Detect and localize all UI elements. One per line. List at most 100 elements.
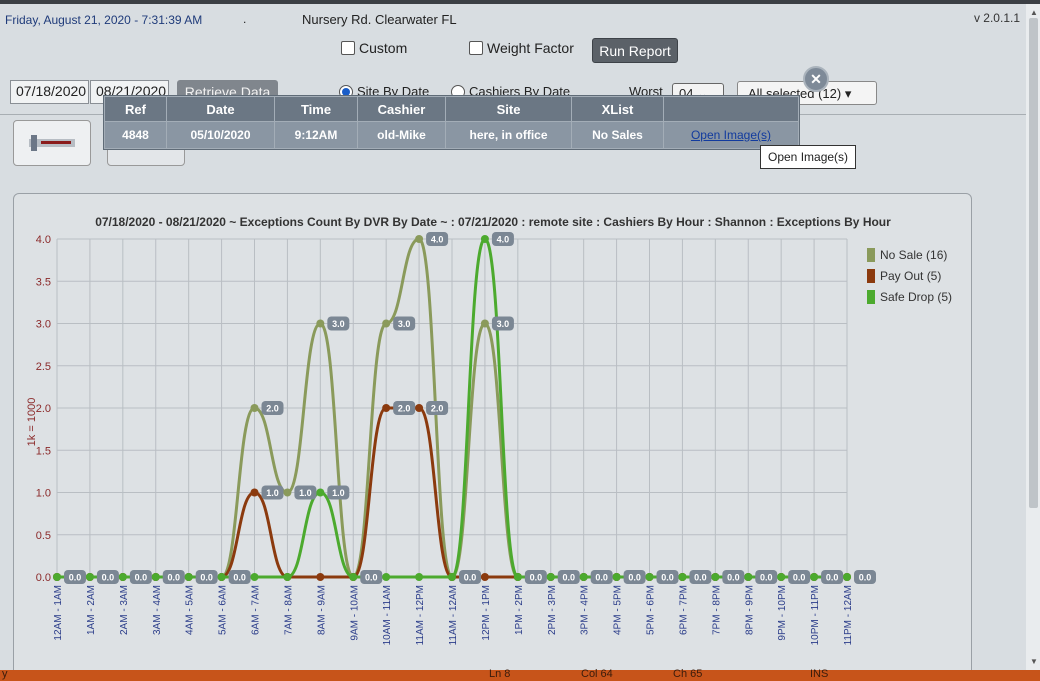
data-point xyxy=(513,573,522,581)
table-row: 4848 05/10/2020 9:12AM old-Mike here, in… xyxy=(104,121,799,149)
cell-ref: 4848 xyxy=(104,121,167,149)
data-point xyxy=(711,573,720,581)
y-tick-label: 0.0 xyxy=(36,572,51,584)
col-header-cashier: Cashier xyxy=(357,96,446,122)
weight-factor-checkbox[interactable]: Weight Factor xyxy=(469,40,574,56)
data-label: 0.0 xyxy=(200,573,213,583)
data-label: 0.0 xyxy=(464,573,477,583)
y-tick-label: 1.5 xyxy=(36,445,51,457)
x-tick-label: 8PM - 9PM xyxy=(744,585,755,635)
run-report-button[interactable]: Run Report xyxy=(592,38,678,63)
legend-swatch xyxy=(867,269,875,283)
data-label: 2.0 xyxy=(266,404,279,414)
x-tick-label: 12PM - 1PM xyxy=(481,585,492,641)
data-point xyxy=(85,573,94,581)
y-tick-label: 2.0 xyxy=(36,403,51,415)
x-tick-label: 8AM - 9AM xyxy=(316,585,327,635)
x-tick-label: 3PM - 4PM xyxy=(580,585,591,635)
data-point xyxy=(283,488,292,497)
x-tick-label: 1PM - 2PM xyxy=(514,585,525,635)
data-label: 0.0 xyxy=(859,573,872,583)
data-label: 0.0 xyxy=(628,573,641,583)
data-label: 1.0 xyxy=(266,488,279,498)
data-point xyxy=(316,319,325,328)
current-datetime: Friday, August 21, 2020 - 7:31:39 AM xyxy=(5,13,203,27)
data-point xyxy=(184,573,193,581)
data-label: 2.0 xyxy=(398,404,411,414)
x-tick-label: 9AM - 10AM xyxy=(349,585,360,641)
custom-checkbox[interactable]: Custom xyxy=(341,40,407,56)
data-point xyxy=(777,573,786,581)
data-label: 3.0 xyxy=(398,319,411,329)
x-tick-label: 2PM - 3PM xyxy=(547,585,558,635)
thumbnail-image[interactable] xyxy=(13,120,91,166)
scroll-up-arrow-icon[interactable]: ▲ xyxy=(1030,8,1038,17)
legend-label: Pay Out (5) xyxy=(880,269,941,283)
custom-checkbox-label: Custom xyxy=(359,40,408,56)
x-tick-label: 4AM - 5AM xyxy=(185,585,196,635)
data-point xyxy=(810,573,819,581)
exceptions-chart: 07/18/2020 - 08/21/2020 ~ Exceptions Cou… xyxy=(26,215,952,645)
data-point xyxy=(382,573,391,581)
data-point xyxy=(349,573,358,581)
data-label: 3.0 xyxy=(497,319,510,329)
close-popup-icon[interactable]: ✕ xyxy=(803,66,829,92)
legend-label: Safe Drop (5) xyxy=(880,290,952,304)
chart-title: 07/18/2020 - 08/21/2020 ~ Exceptions Cou… xyxy=(95,215,891,229)
x-tick-label: 4PM - 5PM xyxy=(613,585,624,635)
separator-dot: . xyxy=(243,12,247,26)
col-header-actions xyxy=(663,96,799,122)
scroll-down-arrow-icon[interactable]: ▼ xyxy=(1030,657,1038,666)
data-label: 4.0 xyxy=(497,235,510,245)
y-tick-label: 2.5 xyxy=(36,361,51,373)
y-tick-label: 0.5 xyxy=(36,530,51,542)
status-insert-mode: INS xyxy=(810,668,829,680)
data-point xyxy=(382,319,391,328)
open-image-link[interactable]: Open Image(s) xyxy=(691,128,771,142)
x-tick-label: 1AM - 2AM xyxy=(86,585,97,635)
data-label: 4.0 xyxy=(431,235,444,245)
x-tick-label: 11PM - 12AM xyxy=(843,585,854,645)
data-label: 0.0 xyxy=(760,573,773,583)
scrollbar-thumb[interactable] xyxy=(1029,18,1038,508)
data-point xyxy=(480,235,489,243)
data-label: 0.0 xyxy=(233,573,246,583)
status-line: Ln 8 xyxy=(489,668,511,680)
data-point xyxy=(250,488,259,497)
data-point xyxy=(612,573,621,581)
legend-swatch xyxy=(867,290,875,304)
data-label: 0.0 xyxy=(727,573,740,583)
data-label: 1.0 xyxy=(332,488,345,498)
x-tick-label: 12AM - 1AM xyxy=(53,585,64,641)
data-point xyxy=(678,573,687,581)
x-tick-label: 2AM - 3AM xyxy=(119,585,130,635)
x-tick-label: 7PM - 8PM xyxy=(711,585,722,635)
data-point xyxy=(448,573,456,581)
data-point xyxy=(415,404,424,412)
store-location: Nursery Rd. Clearwater FL xyxy=(302,12,457,27)
col-header-site: Site xyxy=(445,96,572,122)
weight-factor-label: Weight Factor xyxy=(487,40,574,56)
data-label: 1.0 xyxy=(299,488,312,498)
data-point xyxy=(744,573,753,581)
data-label: 0.0 xyxy=(793,573,806,583)
data-point xyxy=(151,573,160,581)
data-point xyxy=(250,404,259,412)
app-version: v 2.0.1.1 xyxy=(973,11,1020,25)
data-label: 2.0 xyxy=(431,404,444,414)
custom-checkbox-box[interactable] xyxy=(341,41,355,55)
weight-factor-checkbox-box[interactable] xyxy=(469,41,483,55)
data-point xyxy=(382,404,391,412)
y-tick-label: 3.5 xyxy=(36,276,51,288)
thumbnail-graphic-icon xyxy=(29,135,75,151)
col-header-ref: Ref xyxy=(104,96,167,122)
y-tick-label: 3.0 xyxy=(36,319,51,331)
data-point xyxy=(118,573,127,581)
data-point xyxy=(283,573,292,581)
y-tick-label: 1.0 xyxy=(36,488,51,500)
data-label: 3.0 xyxy=(332,319,345,329)
col-header-time: Time xyxy=(274,96,358,122)
cell-site: here, in office xyxy=(445,121,572,149)
x-tick-label: 7AM - 8AM xyxy=(283,585,294,635)
date-from-input[interactable]: 07/18/2020 xyxy=(10,80,89,104)
